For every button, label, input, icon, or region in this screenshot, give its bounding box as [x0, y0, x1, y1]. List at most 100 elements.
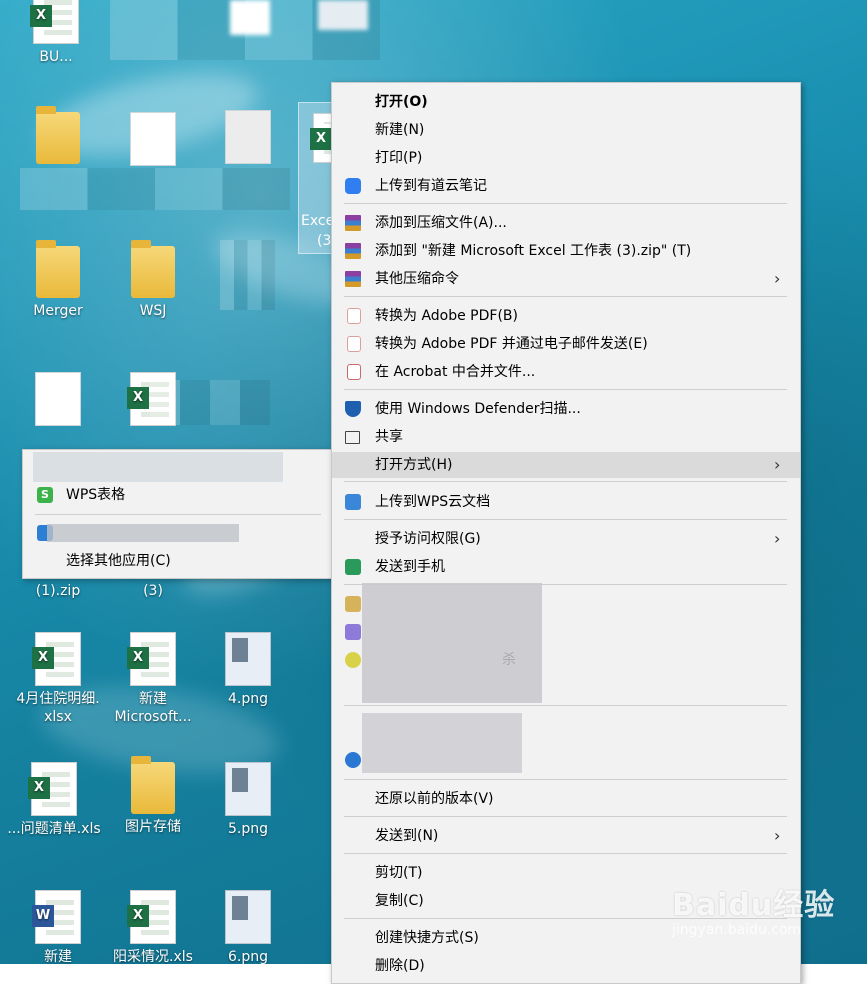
menu-item-acrobat-combine[interactable]: 在 Acrobat 中合并文件...	[332, 359, 800, 385]
menu-separator	[344, 519, 787, 520]
desktop-icon[interactable]: X ...问题清单.xls	[6, 762, 102, 838]
menu-item-open-with[interactable]: 打开方式(H) ›	[332, 452, 800, 478]
excel-file-icon: X	[28, 762, 77, 816]
desktop-icon-label: Merger	[33, 303, 83, 319]
menu-item-print[interactable]: 打印(P)	[332, 145, 800, 171]
blurred-region	[362, 583, 542, 703]
excel-file-icon: X	[127, 632, 176, 686]
menu-item-label: 添加到压缩文件(A)...	[375, 215, 507, 231]
menu-item-blurred[interactable]	[332, 747, 800, 773]
open-with-blurred-app[interactable]	[23, 520, 333, 546]
desktop-icon[interactable]: 6.png	[200, 890, 296, 964]
app-icon	[345, 596, 361, 612]
winrar-icon	[345, 243, 361, 259]
document-icon	[225, 110, 271, 164]
menu-item-label: 删除(D)	[375, 958, 425, 974]
desktop-icon[interactable]: 4.png	[200, 632, 296, 708]
menu-separator	[344, 203, 787, 204]
windows-defender-icon	[345, 401, 361, 417]
menu-item-defender[interactable]: 使用 Windows Defender扫描...	[332, 396, 800, 422]
youdao-note-icon	[345, 178, 361, 194]
blurred-region	[150, 380, 270, 425]
desktop-icon[interactable]: X 阳采情况.xls	[105, 890, 201, 964]
desktop-icon[interactable]: 图片存储	[105, 756, 201, 836]
png-file-icon	[318, 0, 368, 30]
desktop-icon[interactable]: WSJ	[105, 240, 201, 320]
desktop-icon[interactable]: X 新建 Microsoft...	[105, 632, 201, 726]
menu-item-label: 上传到WPS云文档	[375, 494, 491, 510]
desktop-icon[interactable]	[105, 112, 201, 170]
desktop-icon-label: ...问题清单.xls	[7, 821, 101, 837]
desktop-icon[interactable]	[200, 110, 296, 168]
menu-item-new[interactable]: 新建(N)	[332, 117, 800, 143]
menu-separator	[344, 816, 787, 817]
folder-icon	[36, 240, 80, 298]
menu-item-label: 使用 Windows Defender扫描...	[375, 401, 581, 417]
menu-separator	[344, 389, 787, 390]
menu-separator	[344, 481, 787, 482]
menu-item-convert-pdf[interactable]: 转换为 Adobe PDF(B)	[332, 303, 800, 329]
menu-item-delete[interactable]: 删除(D)	[332, 953, 800, 979]
acrobat-combine-icon	[347, 364, 361, 380]
desktop-icon-label: 6.png	[227, 949, 268, 964]
desktop-icon[interactable]: 5.png	[200, 762, 296, 838]
desktop-icon[interactable]: (3)	[105, 582, 201, 600]
menu-item-label: 发送到(N)	[375, 828, 439, 844]
menu-item-label: 共享	[375, 429, 403, 445]
menu-item-convert-pdf-email[interactable]: 转换为 Adobe PDF 并通过电子邮件发送(E)	[332, 331, 800, 357]
menu-item-youdao[interactable]: 上传到有道云笔记	[332, 173, 800, 199]
open-with-menu: S WPS表格 选择其他应用(C)	[22, 449, 334, 579]
desktop-icon-label: (1).zip	[35, 583, 81, 599]
menu-item-label: 添加到 "新建 Microsoft Excel 工作表 (3).zip" (T)	[375, 243, 692, 259]
excel-file-icon: X	[30, 0, 79, 44]
winrar-icon	[345, 215, 361, 231]
menu-item-label: 其他压缩命令	[375, 271, 459, 287]
folder-icon	[131, 240, 175, 298]
desktop-icon[interactable]: Merger	[10, 240, 106, 320]
folder-icon	[36, 106, 80, 164]
image-file-icon	[225, 762, 271, 816]
watermark-site: jingyan.baidu.com	[672, 922, 802, 938]
desktop-icon[interactable]	[10, 372, 106, 430]
menu-item-label: 授予访问权限(G)	[375, 531, 481, 547]
desktop-icon-label: (3)	[143, 583, 163, 599]
desktop-icon[interactable]: W 新建	[10, 890, 106, 964]
app-icon	[345, 652, 361, 668]
context-menu: 打开(O) 新建(N) 打印(P) 上传到有道云笔记 添加到压缩文件(A)...…	[331, 82, 801, 984]
menu-item-label: 打印(P)	[375, 150, 423, 166]
wps-spreadsheet-icon: S	[37, 487, 53, 503]
open-with-wps[interactable]: S WPS表格	[23, 482, 333, 508]
excel-file-icon: X	[127, 890, 176, 944]
desktop-icon-label: 5.png	[227, 821, 268, 837]
share-icon	[345, 431, 360, 444]
menu-item-label: 剪切(T)	[375, 865, 423, 881]
blurred-region	[20, 168, 290, 210]
desktop-icon[interactable]: X 4月住院明细. xlsx	[10, 632, 106, 726]
menu-item-label: 选择其他应用(C)	[66, 553, 171, 569]
document-icon	[35, 372, 81, 426]
open-with-choose-other[interactable]: 选择其他应用(C)	[23, 548, 333, 574]
menu-item-send-to-phone[interactable]: 发送到手机	[332, 554, 800, 580]
desktop-icon[interactable]	[10, 106, 106, 168]
menu-item-label: 转换为 Adobe PDF 并通过电子邮件发送(E)	[375, 336, 648, 352]
menu-item-label: 上传到有道云笔记	[375, 178, 487, 194]
chevron-right-icon: ›	[774, 826, 781, 845]
desktop-icon-label: 阳采情况.xls	[113, 949, 193, 964]
menu-item-label: 在 Acrobat 中合并文件...	[375, 364, 536, 380]
menu-separator	[344, 705, 787, 706]
blurred-region	[33, 452, 283, 482]
menu-item-restore-versions[interactable]: 还原以前的版本(V)	[332, 786, 800, 812]
desktop-icon-label: 图片存储	[125, 819, 181, 835]
menu-item-other-compress[interactable]: 其他压缩命令 ›	[332, 266, 800, 292]
desktop-icon[interactable]: (1).zip	[10, 582, 106, 600]
menu-item-add-archive[interactable]: 添加到压缩文件(A)...	[332, 210, 800, 236]
menu-item-grant-access[interactable]: 授予访问权限(G) ›	[332, 526, 800, 552]
menu-item-share[interactable]: 共享	[332, 424, 800, 450]
menu-item-label: 打开(O)	[375, 94, 428, 110]
desktop-icon[interactable]: X BU...	[8, 0, 104, 66]
menu-item-send-to[interactable]: 发送到(N) ›	[332, 823, 800, 849]
selected-file-label: (3	[317, 233, 332, 249]
menu-item-open[interactable]: 打开(O)	[332, 89, 800, 115]
menu-item-add-zip[interactable]: 添加到 "新建 Microsoft Excel 工作表 (3).zip" (T)	[332, 238, 800, 264]
menu-item-wps-cloud[interactable]: 上传到WPS云文档	[332, 489, 800, 515]
